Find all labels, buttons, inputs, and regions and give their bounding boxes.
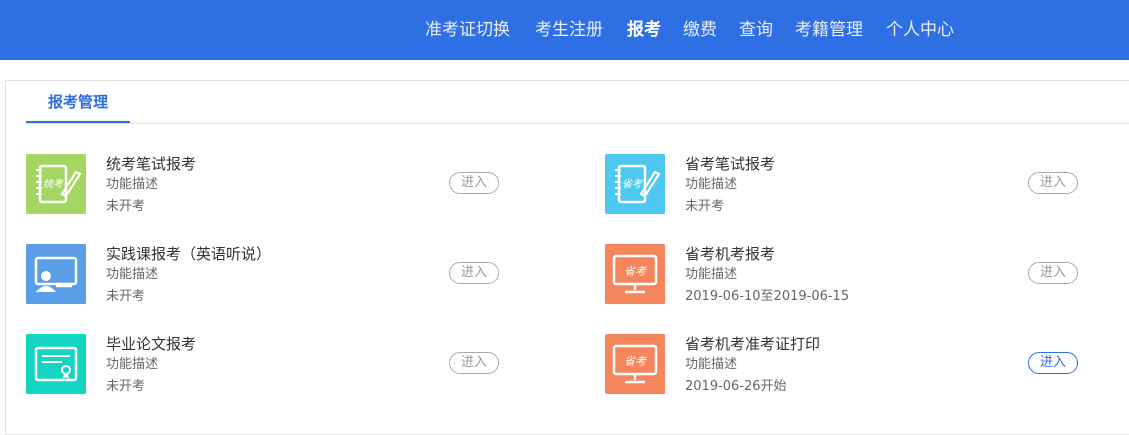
tab-bar: 报考管理	[26, 81, 1129, 124]
icon-label: 统考	[43, 178, 64, 190]
item-description: 功能描述	[106, 177, 159, 192]
item-status: 2019-06-26开始	[685, 379, 787, 394]
enter-button[interactable]: 进入	[1028, 262, 1078, 284]
item-status: 未开考	[685, 199, 725, 214]
list-item: 实践课报考（英语听说） 功能描述 未开考 进入	[26, 244, 506, 306]
apply-management-panel: 报考管理 统考 统考笔试报考 功能描述 未开考 进入 省考 省考笔试报考 功能描…	[5, 80, 1129, 435]
top-nav-bar: 准考证切换 考生注册 报考 缴费 查询 考籍管理 个人中心	[0, 0, 1129, 60]
enter-button[interactable]: 进入	[1028, 352, 1078, 374]
icon-label: 省考	[624, 355, 647, 368]
teacher-board-icon	[26, 244, 86, 304]
item-title: 省考笔试报考	[685, 155, 776, 173]
nav-apply[interactable]: 报考	[627, 18, 661, 42]
item-status: 未开考	[106, 289, 146, 304]
enter-button[interactable]: 进入	[1028, 172, 1078, 194]
item-description: 功能描述	[685, 357, 738, 372]
item-description: 功能描述	[106, 357, 159, 372]
item-title: 毕业论文报考	[106, 335, 197, 353]
nav-payment[interactable]: 缴费	[683, 18, 717, 42]
list-item: 省考 省考机考准考证打印 功能描述 2019-06-26开始 进入	[605, 334, 1085, 396]
list-item: 省考 省考机考报考 功能描述 2019-06-10至2019-06-15 进入	[605, 244, 1085, 306]
item-title: 省考机考准考证打印	[685, 335, 821, 353]
item-status: 未开考	[106, 199, 146, 214]
nav-personal-center[interactable]: 个人中心	[886, 18, 954, 42]
icon-label: 省考	[622, 178, 643, 190]
icon-label: 省考	[624, 265, 647, 278]
enter-button[interactable]: 进入	[449, 262, 499, 284]
list-item: 毕业论文报考 功能描述 未开考 进入	[26, 334, 506, 396]
tab-apply-management[interactable]: 报考管理	[26, 81, 130, 123]
enter-button[interactable]: 进入	[449, 172, 499, 194]
item-description: 功能描述	[106, 267, 159, 282]
enter-button[interactable]: 进入	[449, 352, 499, 374]
item-status: 未开考	[106, 379, 146, 394]
list-item: 统考 统考笔试报考 功能描述 未开考 进入	[26, 154, 506, 216]
notebook-shengkao-icon: 省考	[605, 154, 665, 214]
notebook-tongkao-icon: 统考	[26, 154, 86, 214]
nav-registration[interactable]: 考生注册	[535, 18, 603, 42]
item-status: 2019-06-10至2019-06-15	[685, 289, 850, 304]
certificate-icon	[26, 334, 86, 394]
list-item: 省考 省考笔试报考 功能描述 未开考 进入	[605, 154, 1085, 216]
monitor-shengkao-icon: 省考	[605, 334, 665, 394]
nav-query[interactable]: 查询	[739, 18, 773, 42]
item-description: 功能描述	[685, 267, 738, 282]
item-description: 功能描述	[685, 177, 738, 192]
monitor-shengkao-icon: 省考	[605, 244, 665, 304]
nav-admission-switch[interactable]: 准考证切换	[425, 18, 510, 42]
nav-records[interactable]: 考籍管理	[795, 18, 863, 42]
item-title: 实践课报考（英语听说）	[106, 245, 272, 263]
item-title: 统考笔试报考	[106, 155, 197, 173]
item-title: 省考机考报考	[685, 245, 776, 263]
